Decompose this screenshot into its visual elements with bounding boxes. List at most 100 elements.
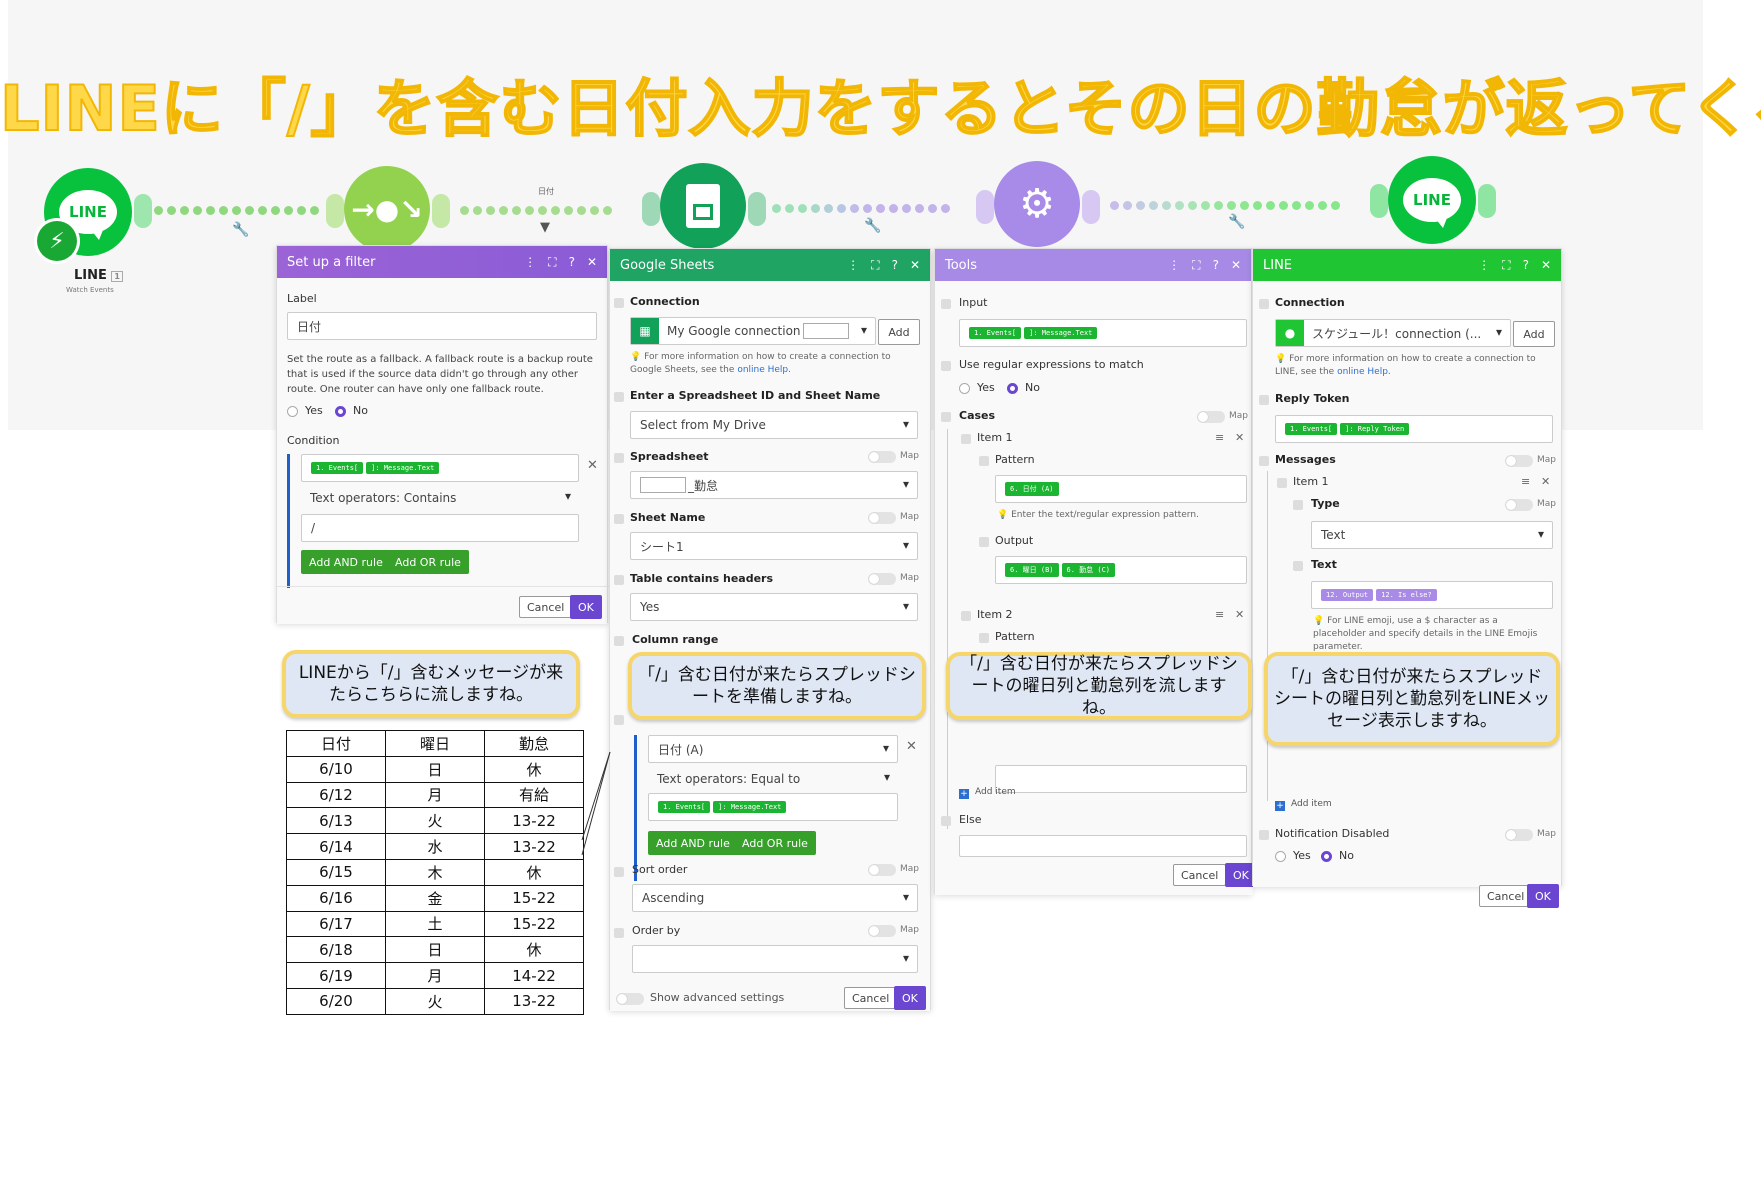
cancel-button[interactable]: Cancel (1479, 885, 1533, 907)
add-item-icon[interactable]: + (959, 789, 969, 799)
output-checkbox[interactable] (979, 537, 989, 547)
drag-handle-icon[interactable]: ≡ (1521, 475, 1530, 488)
output-field[interactable]: 6. 曜日 (B) 6. 勤怠 (C) (995, 556, 1247, 584)
messages-map-toggle[interactable] (1505, 455, 1533, 467)
expand-icon[interactable]: ⛶ (1192, 258, 1200, 273)
remove-condition-icon[interactable]: ✕ (587, 458, 598, 473)
fallback-no-radio[interactable] (335, 406, 346, 417)
more-icon[interactable]: ⋮ (524, 255, 536, 270)
expand-icon[interactable]: ⛶ (871, 258, 879, 273)
wrench-icon-3[interactable]: 🔧 (1228, 214, 1245, 230)
column-range-checkbox[interactable] (614, 636, 624, 646)
text-field[interactable]: 12. Output 12. Is else? (1311, 581, 1553, 609)
connection-select[interactable]: ▦ My Google connection (630, 317, 876, 345)
cancel-button[interactable]: Cancel (844, 987, 898, 1009)
ok-button[interactable]: OK (570, 595, 602, 619)
text-checkbox[interactable] (1293, 561, 1303, 571)
regex-yes-radio[interactable] (959, 383, 970, 394)
connection-select[interactable]: ● スケジュール！connection (... (1275, 319, 1511, 347)
advanced-toggle[interactable] (616, 993, 644, 1005)
pattern-field[interactable]: 6. 日付 (A) (995, 475, 1247, 503)
spreadsheet-select[interactable]: _勤怠 (630, 471, 918, 499)
drag-handle-icon[interactable]: ≡ (1215, 608, 1224, 621)
add-or-rule-button[interactable]: Add OR rule (734, 831, 816, 855)
input-field[interactable]: 1. Events[]: Message.Text (959, 319, 1247, 347)
tools-node[interactable]: ⚙ (994, 161, 1080, 247)
sheet-name-select[interactable]: シート1 (630, 532, 918, 560)
headers-map-toggle[interactable] (868, 573, 896, 585)
condition-value-input[interactable]: / (301, 514, 579, 542)
more-icon[interactable]: ⋮ (847, 258, 859, 273)
help-icon[interactable]: ? (1523, 258, 1529, 273)
output2-field[interactable] (995, 765, 1247, 793)
cases-checkbox[interactable] (941, 412, 951, 422)
else-checkbox[interactable] (941, 816, 951, 826)
type-checkbox[interactable] (1293, 500, 1303, 510)
help-icon[interactable]: ? (1213, 258, 1219, 273)
regex-checkbox[interactable] (941, 361, 951, 371)
filter-checkbox[interactable] (614, 715, 624, 725)
add-connection-button[interactable]: Add (878, 319, 920, 345)
add-item-link[interactable]: Add item (975, 787, 1016, 797)
close-icon[interactable]: ✕ (1231, 258, 1241, 273)
messages-checkbox[interactable] (1259, 456, 1269, 466)
router-node[interactable]: →●↘ (344, 166, 430, 252)
remove-filter-icon[interactable]: ✕ (906, 739, 917, 754)
fallback-yes-radio[interactable] (287, 406, 298, 417)
input-checkbox[interactable] (941, 299, 951, 309)
item1-checkbox[interactable] (1277, 478, 1287, 488)
add-and-rule-button[interactable]: Add AND rule (301, 550, 391, 574)
filter-icon[interactable]: ▼ (540, 220, 550, 235)
notification-checkbox[interactable] (1259, 830, 1269, 840)
type-map-toggle[interactable] (1505, 499, 1533, 511)
notif-yes-radio[interactable] (1275, 851, 1286, 862)
else-field[interactable] (959, 835, 1247, 857)
remove-item-icon[interactable]: ✕ (1541, 475, 1550, 488)
help-icon[interactable]: ? (892, 258, 898, 273)
line-action-node[interactable]: LINE (1388, 156, 1476, 244)
spreadsheet-checkbox[interactable] (614, 453, 624, 463)
headers-checkbox[interactable] (614, 575, 624, 585)
item1-checkbox[interactable] (961, 434, 971, 444)
sort-checkbox[interactable] (614, 867, 624, 877)
operator-select[interactable]: Text operators: Contains (301, 484, 579, 512)
google-sheets-node[interactable] (660, 163, 746, 249)
remove-item-icon[interactable]: ✕ (1235, 608, 1244, 621)
expand-icon[interactable]: ⛶ (1502, 258, 1510, 273)
condition-field[interactable]: 1. Events[]: Message.Text (301, 454, 579, 482)
spreadsheet-id-select[interactable]: Select from My Drive (630, 411, 918, 439)
wrench-icon[interactable]: 🔧 (232, 222, 249, 238)
label-input[interactable]: 日付 (287, 312, 597, 340)
add-connection-button[interactable]: Add (1513, 321, 1555, 347)
sort-select[interactable]: Ascending (632, 884, 918, 912)
wrench-icon-2[interactable]: 🔧 (864, 218, 881, 234)
cancel-button[interactable]: Cancel (1173, 864, 1227, 886)
online-help-link[interactable]: online Help. (737, 365, 791, 375)
close-icon[interactable]: ✕ (1541, 258, 1551, 273)
headers-select[interactable]: Yes (630, 593, 918, 621)
filter-operator-select[interactable]: Text operators: Equal to (648, 765, 898, 793)
pattern2-checkbox[interactable] (979, 633, 989, 643)
help-icon[interactable]: ? (569, 255, 575, 270)
order-by-select[interactable] (632, 945, 918, 973)
drag-handle-icon[interactable]: ≡ (1215, 431, 1224, 444)
add-or-rule-button[interactable]: Add OR rule (387, 550, 469, 574)
remove-item-icon[interactable]: ✕ (1235, 431, 1244, 444)
order-by-map-toggle[interactable] (868, 925, 896, 937)
spreadsheet-map-toggle[interactable] (868, 451, 896, 463)
order-by-checkbox[interactable] (614, 928, 624, 938)
pattern-checkbox[interactable] (979, 456, 989, 466)
sheet-name-map-toggle[interactable] (868, 512, 896, 524)
notification-map-toggle[interactable] (1505, 829, 1533, 841)
add-item-link[interactable]: Add item (1291, 799, 1332, 809)
filter-value-field[interactable]: 1. Events[]: Message.Text (648, 793, 898, 821)
item2-checkbox[interactable] (961, 611, 971, 621)
connection-checkbox[interactable] (614, 298, 624, 308)
filter-column-select[interactable]: 日付 (A) (648, 735, 898, 763)
close-icon[interactable]: ✕ (910, 258, 920, 273)
more-icon[interactable]: ⋮ (1168, 258, 1180, 273)
add-and-rule-button[interactable]: Add AND rule (648, 831, 738, 855)
regex-no-radio[interactable] (1007, 383, 1018, 394)
online-help-link[interactable]: online Help. (1337, 367, 1391, 377)
connection-checkbox[interactable] (1259, 299, 1269, 309)
